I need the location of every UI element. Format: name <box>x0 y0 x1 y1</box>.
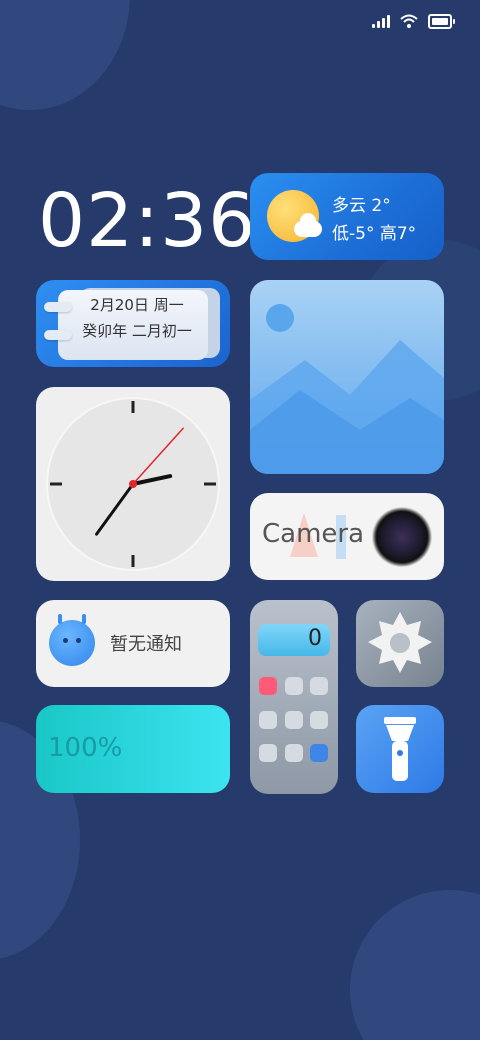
analog-clock-widget[interactable] <box>36 387 230 581</box>
background-circle <box>0 0 130 110</box>
signal-icon <box>372 14 390 28</box>
camera-label: Camera <box>262 519 365 549</box>
camera-widget[interactable]: Camera <box>250 493 444 580</box>
calendar-lunar-date: 癸卯年 二月初一 <box>82 322 192 340</box>
clock-face <box>46 397 220 571</box>
calculator-key <box>259 677 277 695</box>
calculator-widget[interactable]: 0 <box>250 600 338 794</box>
gear-icon <box>368 612 432 673</box>
flashlight-icon <box>384 717 416 781</box>
camera-lens-icon <box>372 507 432 567</box>
digital-clock[interactable]: 02:36 <box>38 178 255 264</box>
clock-center-pin <box>129 480 137 488</box>
image-placeholder-icon <box>250 304 444 474</box>
battery-widget[interactable]: 100% <box>36 705 230 793</box>
calculator-display-value: 0 <box>308 626 322 651</box>
calendar-ring <box>44 302 72 312</box>
calendar-date: 2月20日 周一 <box>90 296 184 314</box>
home-screen: 02:36 多云 2° 低-5° 高7° 2月20日 周一 癸卯年 二月初一 C… <box>0 0 480 1040</box>
settings-widget[interactable] <box>356 600 444 687</box>
notification-widget[interactable]: 暂无通知 <box>36 600 230 687</box>
robot-icon <box>49 614 95 666</box>
calendar-ring <box>44 330 72 340</box>
calculator-key <box>285 677 303 695</box>
wifi-icon <box>400 14 418 28</box>
gallery-widget[interactable] <box>250 280 444 474</box>
status-bar <box>372 10 455 32</box>
notification-text: 暂无通知 <box>110 634 182 655</box>
cloud-icon <box>294 213 322 237</box>
calculator-display: 0 <box>258 624 330 656</box>
calculator-key <box>285 744 303 762</box>
flashlight-widget[interactable] <box>356 705 444 793</box>
weather-widget[interactable]: 多云 2° 低-5° 高7° <box>250 173 444 260</box>
weather-condition: 多云 2° <box>332 196 391 216</box>
calculator-key <box>310 744 328 762</box>
calculator-key <box>310 711 328 729</box>
battery-percentage: 100% <box>48 733 123 763</box>
calculator-key <box>310 677 328 695</box>
calculator-key <box>285 711 303 729</box>
calendar-widget[interactable]: 2月20日 周一 癸卯年 二月初一 <box>36 280 230 367</box>
battery-icon <box>428 13 455 29</box>
calculator-key <box>259 744 277 762</box>
calculator-key <box>259 711 277 729</box>
weather-temperature-range: 低-5° 高7° <box>332 224 417 244</box>
background-circle <box>350 890 480 1040</box>
